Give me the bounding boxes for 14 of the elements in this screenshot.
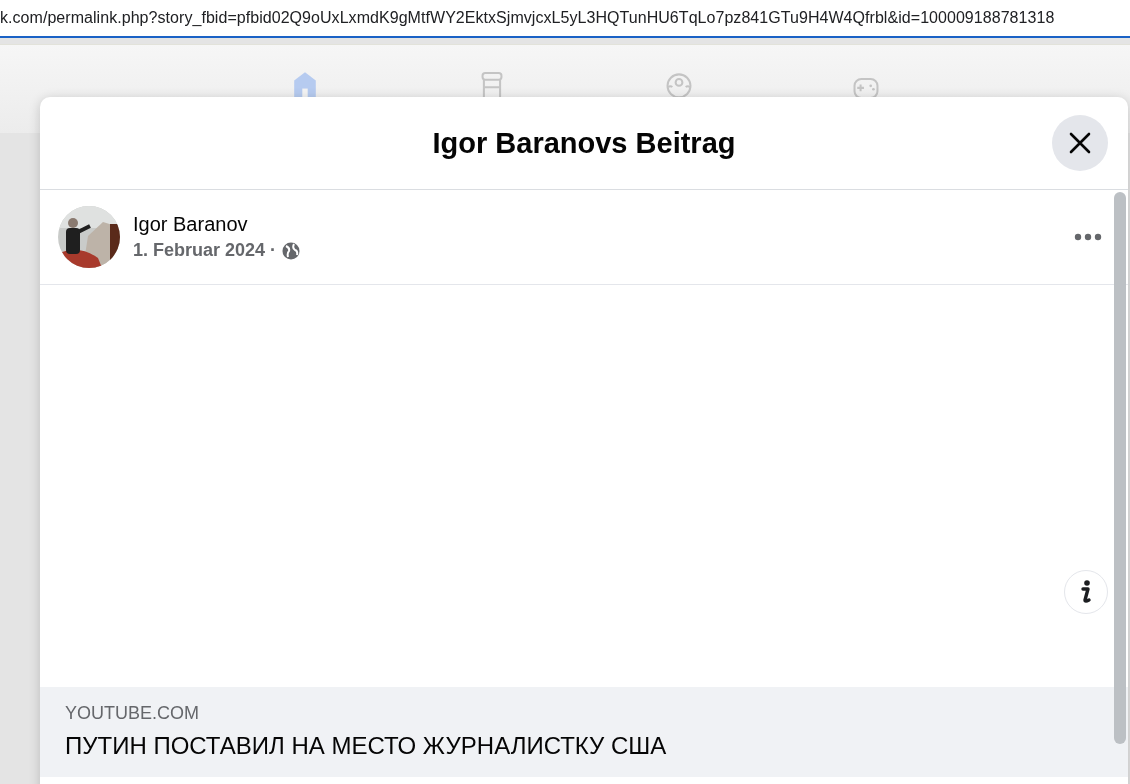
globe-icon <box>282 241 301 260</box>
more-icon <box>1074 233 1102 241</box>
link-domain: YOUTUBE.COM <box>65 703 200 724</box>
address-bar[interactable]: k.com/permalink.php?story_fbid=pfbid02Q9oUxLxmdK9gMtfWY2EktxSjmvjcxL5yL3HQTunHU6TqLo7pz841GTu9H4W4Qfrbl&id=100009188781318 <box>0 0 1130 38</box>
dialog-title: Igor Baranovs Beitrag <box>432 126 736 160</box>
author-name[interactable]: Igor Baranov <box>133 213 1057 236</box>
close-icon <box>1069 132 1091 154</box>
close-button[interactable] <box>1052 115 1108 171</box>
info-icon <box>1079 580 1093 604</box>
url-text: k.com/permalink.php?story_fbid=pfbid02Q9oUxLxmdK9gMtfWY2EktxSjmvjcxL5yL3HQTunHU6TqLo7pz841GTu9H4W4Qfrbl&id=100009188781318 <box>0 9 1055 27</box>
link-title: ПУТИН ПОСТАВИЛ НА МЕСТО ЖУРНАЛИСТКУ США <box>65 732 668 760</box>
link-preview[interactable]: YOUTUBE.COM ПУТИН ПОСТАВИЛ НА МЕСТО ЖУРНАЛИСТКУ США <box>40 687 1128 777</box>
post-date[interactable]: 1. Februar 2024 · <box>133 240 277 261</box>
scrollbar[interactable] <box>1114 192 1126 744</box>
